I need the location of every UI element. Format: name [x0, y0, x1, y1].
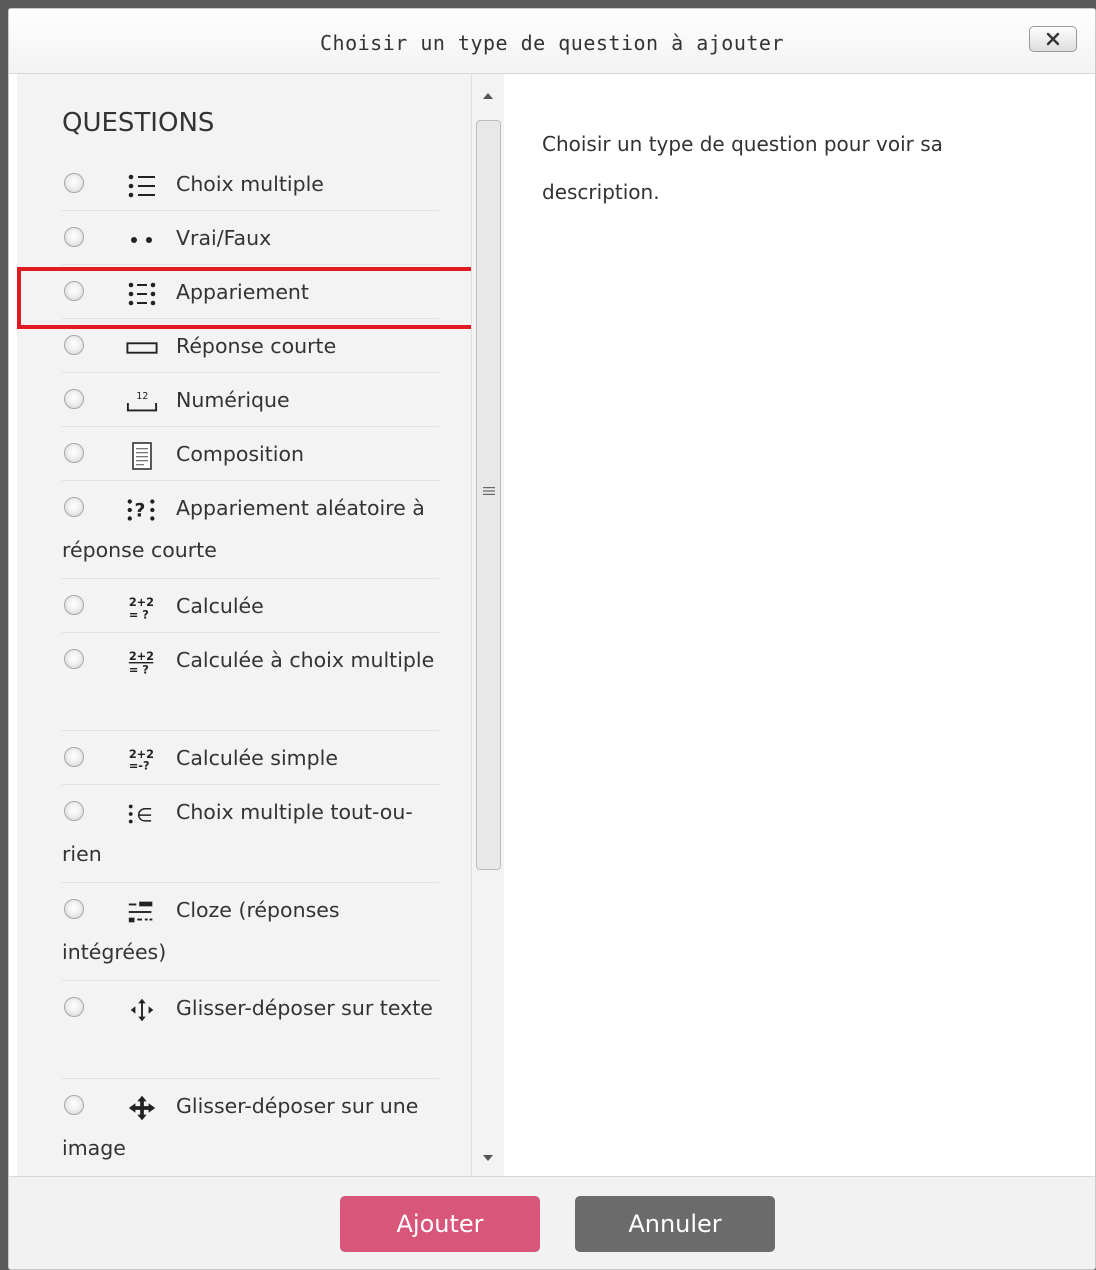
option-numerique[interactable]: 12 Numérique: [62, 373, 439, 427]
radio-button[interactable]: [64, 335, 84, 355]
option-label: Calculée simple: [176, 746, 338, 770]
svg-text:?: ?: [134, 501, 145, 522]
option-label: Calculée: [176, 594, 264, 618]
svg-text:= ?: = ?: [129, 663, 149, 676]
option-label: Glisser-déposer sur texte: [176, 996, 433, 1020]
option-calculee-simple[interactable]: 2+2 =-? Calculée simple: [62, 731, 439, 785]
option-label: Vrai/Faux: [176, 226, 272, 250]
option-calculee[interactable]: 2+2 = ? Calculée: [62, 579, 439, 633]
option-cloze[interactable]: Cloze (réponses intégrées): [62, 883, 439, 981]
cancel-button[interactable]: Annuler: [575, 1196, 775, 1252]
radio-button[interactable]: [64, 497, 84, 517]
random-matching-icon: ?: [126, 497, 158, 523]
option-label: Choix multiple tout-ou-rien: [62, 800, 413, 866]
all-or-nothing-icon: ∈: [126, 801, 158, 827]
radio-button[interactable]: [64, 595, 84, 615]
drag-text-icon: [126, 997, 158, 1023]
option-composition[interactable]: Composition: [62, 427, 439, 481]
radio-button[interactable]: [64, 747, 84, 767]
radio-button[interactable]: [64, 389, 84, 409]
option-label: Calculée à choix multiple: [176, 648, 435, 672]
type-description: Choisir un type de question pour voir sa…: [542, 132, 943, 204]
list-icon: [126, 173, 158, 199]
option-appariement-aleatoire[interactable]: ? Appariement aléatoire à réponse courte: [62, 481, 439, 579]
dialog-title: Choisir un type de question à ajouter: [319, 31, 785, 55]
radio-button[interactable]: [64, 227, 84, 247]
option-label: Numérique: [176, 388, 290, 412]
option-label: Cloze (réponses intégrées): [62, 898, 340, 964]
dialog-header: Choisir un type de question à ajouter: [9, 9, 1095, 74]
option-tout-ou-rien[interactable]: ∈ Choix multiple tout-ou-rien: [62, 785, 439, 883]
close-button[interactable]: [1029, 26, 1077, 52]
scroll-down-icon[interactable]: [482, 1154, 494, 1162]
svg-text:= ?: = ?: [129, 608, 149, 621]
option-vrai-faux[interactable]: Vrai/Faux: [62, 211, 439, 265]
option-label: Composition: [176, 442, 305, 466]
dialog-footer: Ajouter Annuler: [9, 1176, 1095, 1269]
calculated-multichoice-icon: 2+2 = ?: [126, 649, 158, 676]
list-scrollbar[interactable]: [471, 74, 504, 1176]
svg-text:12: 12: [136, 391, 148, 402]
close-icon: [1046, 32, 1060, 46]
radio-button[interactable]: [64, 649, 84, 669]
option-label: Choix multiple: [176, 172, 324, 196]
svg-text:=-?: =-?: [129, 759, 150, 772]
cloze-icon: [126, 899, 158, 925]
option-label: Appariement aléatoire à réponse courte: [62, 496, 425, 562]
selection-highlight-box: [17, 267, 484, 329]
option-label: Réponse courte: [176, 334, 337, 358]
essay-icon: [126, 442, 158, 470]
calculated-simple-icon: 2+2 =-?: [126, 747, 158, 773]
question-type-dialog: Choisir un type de question à ajouter QU…: [8, 8, 1096, 1270]
description-pane: Choisir un type de question pour voir sa…: [504, 74, 1095, 1176]
add-button[interactable]: Ajouter: [340, 1196, 540, 1252]
section-title: QUESTIONS: [62, 108, 215, 138]
svg-text:2+2: 2+2: [129, 650, 154, 663]
radio-button[interactable]: [64, 997, 84, 1017]
option-label: Glisser-déposer sur une image: [62, 1094, 419, 1160]
radio-button[interactable]: [64, 1095, 84, 1115]
radio-button[interactable]: [64, 443, 84, 463]
grip-icon: [483, 487, 495, 495]
scroll-up-icon[interactable]: [482, 92, 494, 100]
radio-button[interactable]: [64, 801, 84, 821]
option-choix-multiple[interactable]: Choix multiple: [62, 157, 439, 211]
scroll-thumb[interactable]: [476, 120, 501, 870]
svg-text:2+2: 2+2: [129, 596, 154, 609]
two-dots-icon: [126, 227, 158, 253]
radio-button[interactable]: [64, 899, 84, 919]
option-glisser-texte[interactable]: Glisser-déposer sur texte: [62, 981, 439, 1079]
calculated-icon: 2+2 = ?: [126, 595, 158, 621]
numeric-icon: 12: [126, 389, 158, 415]
question-list-pane: QUESTIONS Choix multiple Vrai/Faux Appar…: [17, 74, 504, 1176]
short-answer-icon: [126, 335, 158, 361]
drag-image-icon: [126, 1095, 158, 1121]
svg-text:∈: ∈: [136, 806, 152, 827]
option-glisser-image[interactable]: Glisser-déposer sur une image: [62, 1079, 439, 1176]
radio-button[interactable]: [64, 173, 84, 193]
option-calculee-choix-multiple[interactable]: 2+2 = ? Calculée à choix multiple: [62, 633, 439, 731]
